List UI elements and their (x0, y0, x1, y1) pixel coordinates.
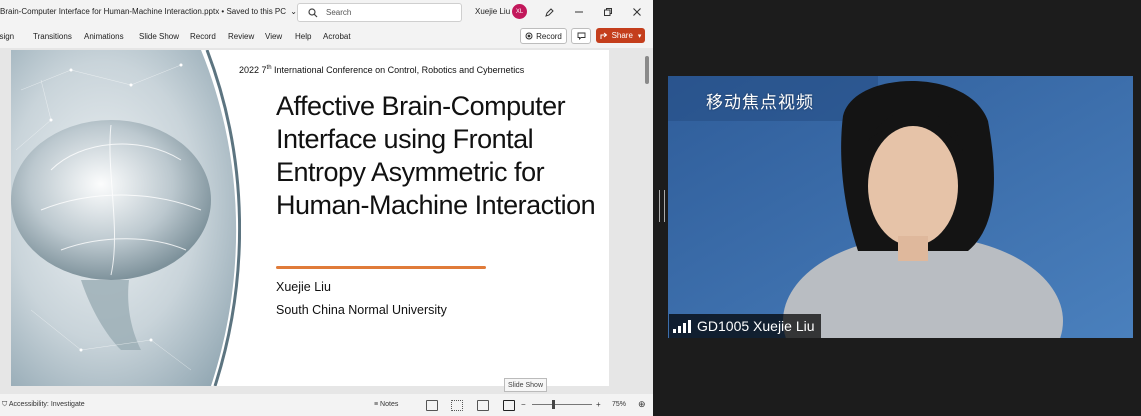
comment-icon (577, 32, 585, 40)
share-button[interactable]: Share ▾ (596, 28, 645, 43)
notes-label: Notes (380, 401, 399, 408)
slide-title: Affective Brain-Computer Interface using… (276, 91, 596, 220)
slide-affiliation: South China Normal University (276, 303, 447, 317)
normal-view-icon[interactable] (426, 400, 438, 411)
search-box[interactable]: Search (297, 3, 462, 22)
pen-icon[interactable] (542, 5, 556, 19)
scrollbar-thumb[interactable] (645, 56, 649, 84)
participant-name-tag: GD1005 Xuejie Liu (669, 314, 821, 338)
tab-record[interactable]: Record (190, 32, 216, 41)
restore-icon[interactable] (601, 5, 615, 19)
video-feed: 移动焦点视频 (668, 76, 1133, 338)
search-placeholder: Search (326, 8, 352, 17)
ribbon-tabs: esign Transitions Animations Slide Show … (0, 27, 653, 47)
accessibility-label: Accessibility: Investigate (8, 401, 85, 408)
share-label: Share (611, 31, 633, 40)
zoom-in-icon[interactable]: + (596, 400, 601, 409)
close-icon[interactable] (630, 5, 644, 19)
tab-transitions[interactable]: Transitions (33, 32, 72, 41)
tab-animations[interactable]: Animations (84, 32, 124, 41)
reading-view-icon[interactable] (477, 400, 489, 411)
conference-title: International Conference on Control, Rob… (271, 65, 525, 75)
zoom-out-icon[interactable]: − (521, 400, 526, 409)
conference-year: 2022 7 (239, 65, 267, 75)
minimize-icon[interactable] (572, 5, 586, 19)
vertical-scrollbar[interactable] (643, 50, 651, 390)
chevron-down-icon[interactable]: ⌄ (288, 7, 297, 16)
notes-button[interactable]: ≡ Notes (374, 401, 398, 408)
record-icon (525, 32, 533, 40)
participant-name: GD1005 Xuejie Liu (697, 318, 815, 334)
share-dropdown-icon: ▾ (637, 32, 642, 40)
share-icon (600, 32, 607, 39)
brain-image (11, 50, 241, 386)
document-title-text: Brain-Computer Interface for Human-Machi… (0, 7, 287, 16)
slide-sorter-icon[interactable] (451, 400, 463, 411)
tab-view[interactable]: View (265, 32, 282, 41)
zoom-slider-knob[interactable] (552, 400, 555, 409)
zoom-level[interactable]: 75% (612, 401, 626, 408)
fit-to-window-icon[interactable]: ⊕ (638, 399, 646, 410)
slide[interactable]: 2022 7th International Conference on Con… (11, 50, 609, 386)
tab-design[interactable]: esign (0, 32, 14, 41)
slide-show-icon[interactable] (503, 400, 515, 411)
title-underline (276, 266, 486, 269)
notes-icon: ≡ (374, 401, 379, 408)
tab-help[interactable]: Help (295, 32, 311, 41)
comments-button[interactable] (571, 28, 591, 44)
avatar[interactable]: XL (512, 4, 527, 19)
accessibility-icon: ⛉ (2, 401, 8, 408)
document-title[interactable]: Brain-Computer Interface for Human-Machi… (0, 7, 297, 16)
zoom-slider[interactable] (532, 400, 592, 409)
tooltip: Slide Show (504, 378, 547, 392)
record-button[interactable]: Record (520, 28, 567, 44)
tab-review[interactable]: Review (228, 32, 254, 41)
status-bar: ⛉ Accessibility: Investigate ≡ Notes − +… (0, 395, 653, 416)
search-icon (308, 7, 318, 17)
accessibility-status[interactable]: ⛉ Accessibility: Investigate (2, 401, 85, 409)
title-bar: Brain-Computer Interface for Human-Machi… (0, 0, 653, 24)
signal-icon (673, 319, 691, 333)
participant-video (668, 76, 1133, 338)
watermark: 移动焦点视频 (706, 93, 814, 113)
resize-handle[interactable] (659, 190, 665, 222)
tab-slide-show[interactable]: Slide Show (139, 32, 179, 41)
tab-acrobat[interactable]: Acrobat (323, 32, 351, 41)
slide-author: Xuejie Liu (276, 280, 331, 294)
user-name[interactable]: Xuejie Liu (475, 7, 510, 16)
powerpoint-window: Brain-Computer Interface for Human-Machi… (0, 0, 653, 416)
conference-name: 2022 7th International Conference on Con… (239, 65, 524, 75)
record-label: Record (536, 31, 562, 41)
